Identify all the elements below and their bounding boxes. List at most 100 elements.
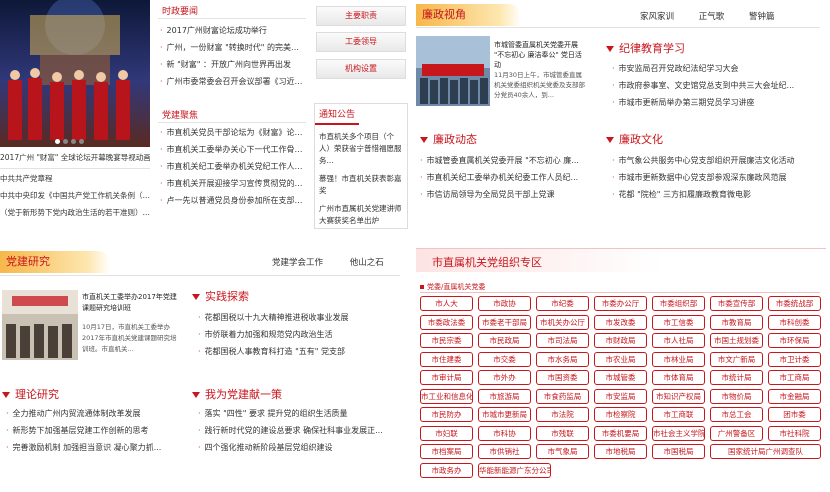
org-link[interactable]: 市民政局: [478, 333, 531, 348]
lz-item[interactable]: 市城市更新数据中心党支部参观深东廉政风范展: [612, 169, 822, 186]
org-link[interactable]: 市委老干部局: [478, 314, 531, 330]
org-link[interactable]: 市工信委: [652, 314, 705, 330]
org-link[interactable]: 市机关办公厅: [536, 314, 589, 330]
org-link[interactable]: 市国税局: [652, 444, 705, 459]
carousel-caption[interactable]: 2017广州 "财富" 全球论坛开幕晚宴导视动画: [0, 152, 150, 163]
lz-item[interactable]: 市城管委直属机关党委开展 "不忘初心 廉...: [420, 152, 592, 169]
org-link[interactable]: 市委统战部: [768, 296, 821, 311]
dangjian-title[interactable]: 党建研究: [0, 251, 110, 273]
lz-item[interactable]: 市城市更新局举办第三期党员学习讲座: [612, 94, 812, 111]
org-link[interactable]: 市体育局: [652, 370, 705, 385]
dj-sec-lilun[interactable]: 理论研究: [2, 386, 59, 402]
org-link[interactable]: 市统计局: [710, 370, 763, 385]
org-link[interactable]: 市发改委: [594, 314, 647, 330]
dj-item[interactable]: 完善激励机制 加强担当意识 凝心聚力抓...: [6, 439, 182, 456]
lianzheng-photo[interactable]: [416, 36, 490, 106]
carousel-photo[interactable]: [0, 0, 150, 147]
party-news-item[interactable]: 市直机关开展迎接学习宣传贯彻党的十九大精神...: [160, 175, 306, 192]
party-news-item[interactable]: 市直机关工委举办关心下一代工作骨干培训班: [160, 141, 306, 158]
lz-sec-dongtai[interactable]: 廉政动态: [420, 131, 477, 147]
dangjian-photo-caption[interactable]: 市直机关工委举办2017年党建课题研究培训班: [82, 292, 178, 314]
news-item[interactable]: 2017广州财富论坛成功举行: [160, 22, 306, 39]
org-link[interactable]: 市政协: [478, 296, 531, 311]
org-link[interactable]: 市供销社: [478, 444, 531, 459]
dj-sec-shijian[interactable]: 实践探索: [192, 288, 249, 304]
org-link[interactable]: 市法院: [536, 407, 589, 422]
org-link[interactable]: 市司法局: [536, 333, 589, 348]
lianzheng-title[interactable]: 廉政视角: [416, 4, 521, 26]
tab-tashan[interactable]: 他山之石: [350, 258, 384, 268]
org-link[interactable]: 市工业和信息化: [420, 388, 473, 404]
org-link[interactable]: 市旅游局: [478, 388, 531, 404]
dj-item[interactable]: 市侨联着力加强和规范党内政治生活: [198, 326, 398, 343]
org-link[interactable]: 市财政局: [594, 333, 647, 348]
dangjian-photo[interactable]: [2, 290, 78, 360]
lianzheng-photo-caption[interactable]: 市城管委直属机关党委开展 "不忘初心 廉洁奉公" 党日活动: [494, 40, 588, 70]
news-item[interactable]: 新 "财富" ：开放广州向世界再出发: [160, 56, 306, 73]
org-link[interactable]: 华能新能源广东分公司: [478, 462, 551, 478]
org-link[interactable]: 市地税局: [594, 444, 647, 459]
org-link[interactable]: 市工商局: [768, 370, 821, 385]
org-link[interactable]: 团市委: [768, 407, 821, 422]
org-link[interactable]: 市社科院: [768, 425, 821, 441]
org-link[interactable]: 市农业局: [594, 351, 647, 367]
org-link[interactable]: 市人社局: [652, 333, 705, 348]
carousel-dot[interactable]: [63, 139, 68, 144]
org-link[interactable]: 市检察院: [594, 407, 647, 422]
org-link[interactable]: 市卫计委: [768, 351, 821, 367]
carousel-dot[interactable]: [71, 139, 76, 144]
side-link[interactable]: （党于新形势下党内政治生活的若干准则）全文: [0, 204, 150, 221]
tab-dangjian-jujiao[interactable]: 党建聚焦: [162, 108, 198, 121]
org-link[interactable]: 市人大: [420, 296, 473, 311]
org-link[interactable]: 市科协: [478, 425, 531, 441]
lz-item[interactable]: 市信访局领导为全局党员干部上党课: [420, 186, 592, 203]
notice-item[interactable]: 广州市直属机关党建讲师大赛获奖名单出炉: [315, 197, 407, 227]
org-link[interactable]: 市国资委: [536, 370, 589, 385]
org-link[interactable]: 市住建委: [420, 351, 473, 367]
dj-item[interactable]: 新形势下加强基层党建工作创新的思考: [6, 422, 182, 439]
org-link[interactable]: 市气象局: [536, 444, 589, 459]
org-link[interactable]: 广州警备区: [710, 425, 763, 441]
org-link[interactable]: 市食药监局: [536, 388, 589, 404]
news-item[interactable]: 广州市委常委会召开会议部署《习近平谈治国理...: [160, 73, 306, 90]
org-link[interactable]: 市妇联: [420, 425, 473, 441]
lz-item[interactable]: 市气象公共服务中心党支部组织开展廉洁文化活动: [612, 152, 822, 169]
dj-item[interactable]: 践行新时代党的建设总要求 确保社科事业发展正...: [198, 422, 398, 439]
org-link[interactable]: 市残联: [536, 425, 589, 441]
tab-zhengqi[interactable]: 正气歌: [699, 12, 725, 22]
dj-sec-xianyice[interactable]: 我为党建献一策: [192, 386, 282, 402]
tab-jingzhong[interactable]: 警钟篇: [749, 12, 775, 22]
zhuanqu-breadcrumb[interactable]: 党委/直属机关党委: [420, 282, 485, 292]
org-link[interactable]: 市林业局: [652, 351, 705, 367]
org-link[interactable]: 市工商联: [652, 407, 705, 422]
org-link[interactable]: 市民宗委: [420, 333, 473, 348]
org-link[interactable]: 市审计局: [420, 370, 473, 385]
org-link[interactable]: 市委政法委: [420, 314, 473, 330]
dj-item[interactable]: 全力推动广州内贸流通体制改革发展: [6, 405, 182, 422]
notice-item[interactable]: 市直机关多个项目（个人）荣获省宁普惜福愿服务...: [315, 125, 407, 167]
org-link[interactable]: 市交委: [478, 351, 531, 367]
org-link[interactable]: 市总工会: [710, 407, 763, 422]
org-link[interactable]: 市教育局: [710, 314, 763, 330]
org-link[interactable]: 市档案局: [420, 444, 473, 459]
org-link[interactable]: 市金融局: [768, 388, 821, 404]
org-link[interactable]: 市委机要局: [594, 425, 647, 441]
lz-sec-jilv[interactable]: 纪律教育学习: [606, 40, 685, 56]
org-link[interactable]: 市政务办: [420, 462, 473, 478]
org-link[interactable]: 市城市更新局: [478, 407, 531, 422]
carousel-dot[interactable]: [79, 139, 84, 144]
org-link[interactable]: 市外办: [478, 370, 531, 385]
dj-item[interactable]: 四个强化推动新阶段基层党组织建设: [198, 439, 398, 456]
dj-item[interactable]: 花都国税以十九大精神推进税收事业发展: [198, 309, 398, 326]
dj-item[interactable]: 落实 "四性" 要求 提升党的组织生活质量: [198, 405, 398, 422]
org-link[interactable]: 市民防办: [420, 407, 473, 422]
org-link[interactable]: 市环保局: [768, 333, 821, 348]
party-news-item[interactable]: 卢一先以普通党员身份参加所在支部组织生活会: [160, 192, 306, 209]
lz-item[interactable]: 市安监局召开党政纪法纪学习大会: [612, 60, 812, 77]
zhuanqu-title[interactable]: 市直属机关党组织专区: [432, 254, 542, 270]
lz-item[interactable]: 市直机关纪工委举办机关纪委工作人员纪...: [420, 169, 592, 186]
party-news-item[interactable]: 市直机关党员干部论坛为《财富》论坛打CALL!: [160, 124, 306, 141]
org-link[interactable]: 市纪委: [536, 296, 589, 311]
notice-item[interactable]: 慕强！市直机关获表彰嘉奖: [315, 167, 407, 197]
leaders-button[interactable]: 工委领导: [316, 32, 406, 52]
